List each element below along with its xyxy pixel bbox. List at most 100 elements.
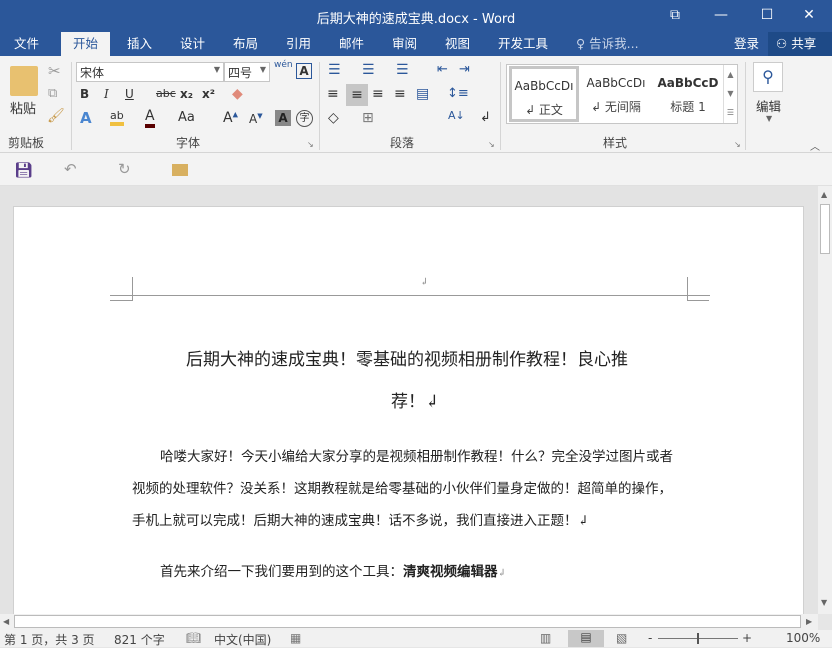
zoom-level[interactable]: 100% (786, 631, 820, 645)
open-folder-icon[interactable] (172, 164, 188, 176)
paste-icon[interactable] (10, 66, 38, 96)
shading-icon[interactable]: ◇ (328, 110, 339, 126)
change-case-button[interactable]: Aa (178, 110, 195, 125)
document-title-line1: 后期大神的速成宝典！零基础的视频相册制作教程！良心推 (186, 350, 628, 370)
close-button[interactable]: ✕ (786, 0, 832, 30)
superscript-button[interactable]: x² (202, 87, 215, 101)
line-spacing-icon[interactable]: ↕≡ (447, 86, 469, 101)
scroll-up-icon[interactable]: ▲ (821, 190, 827, 199)
show-marks-icon[interactable]: ↲ (480, 110, 491, 125)
tab-mailings[interactable]: 邮件 (339, 32, 364, 56)
styles-scroll[interactable]: ▲ ▼ ☰ (723, 65, 737, 123)
scroll-right-icon[interactable]: ▶ (806, 617, 812, 626)
share-button[interactable]: ⚇ 共享 (768, 32, 832, 56)
lightbulb-icon: ♀ (576, 36, 586, 51)
login-link[interactable]: 登录 (734, 32, 759, 56)
font-size-select[interactable]: 四号 ▼ (224, 62, 270, 82)
read-mode-icon[interactable]: ▥ (540, 631, 551, 645)
distributed-icon[interactable]: ▤ (416, 86, 429, 102)
document-area: ↲ 后期大神的速成宝典！零基础的视频相册制作教程！良心推 荐！↲ 哈喽大家好！今… (0, 186, 818, 614)
tab-review[interactable]: 审阅 (392, 32, 417, 56)
font-dialog-launcher-icon[interactable]: ↘ (307, 140, 314, 149)
tab-insert[interactable]: 插入 (127, 32, 152, 56)
align-center-icon[interactable]: ≡ (346, 84, 368, 106)
grow-font-icon[interactable]: A▲ (223, 110, 238, 126)
maximize-button[interactable]: ☐ (744, 0, 790, 30)
tab-home[interactable]: 开始 (61, 32, 111, 56)
cut-icon[interactable]: ✂ (48, 62, 61, 80)
character-shading-icon[interactable]: A (275, 110, 291, 126)
print-layout-icon[interactable]: ▤ (568, 630, 604, 647)
italic-button[interactable]: I (104, 87, 109, 101)
align-right-icon[interactable]: ≡ (372, 86, 384, 102)
bold-button[interactable]: B (80, 87, 89, 101)
tab-layout[interactable]: 布局 (233, 32, 258, 56)
page-count[interactable]: 第 1 页，共 3 页 (4, 631, 95, 648)
highlight-color-icon[interactable]: ab (110, 109, 124, 126)
person-icon: ⚇ (776, 36, 788, 51)
increase-indent-icon[interactable]: ⇥ (459, 62, 470, 77)
format-painter-icon[interactable]: 🖌 (47, 108, 65, 124)
zoom-slider-thumb[interactable] (697, 633, 699, 644)
phonetic-guide-icon[interactable]: wén (274, 60, 293, 70)
ribbon: 粘贴 ✂ ⧉ 🖌 剪贴板 宋体 ▼ 四号 ▼ wén A B I U abc x₂ … (0, 56, 832, 153)
shrink-font-icon[interactable]: A▼ (249, 112, 263, 126)
font-color-icon[interactable]: A (145, 108, 155, 128)
proofing-icon[interactable]: 📖︎ (186, 631, 201, 645)
undo-icon[interactable]: ↶ (64, 160, 77, 178)
macro-icon[interactable]: ▦ (290, 631, 301, 645)
bullets-icon[interactable]: ☰ (328, 62, 341, 78)
paragraph-group-label: 段落 (390, 136, 415, 150)
tab-file[interactable]: 文件 (14, 32, 39, 56)
borders-icon[interactable]: ⊞ (362, 110, 374, 126)
strikethrough-button[interactable]: abc (156, 87, 176, 100)
text-effects-icon[interactable]: A (80, 109, 92, 127)
minimize-button[interactable]: — (698, 0, 744, 30)
sort-icon[interactable]: A↓ (448, 109, 465, 122)
paste-button[interactable]: 粘贴 (10, 98, 36, 117)
vertical-scroll-thumb[interactable] (820, 204, 830, 254)
copy-icon[interactable]: ⧉ (48, 86, 57, 101)
paragraph-dialog-launcher-icon[interactable]: ↘ (488, 140, 495, 149)
underline-button[interactable]: U (125, 87, 134, 101)
subscript-button[interactable]: x₂ (180, 87, 193, 101)
language[interactable]: 中文(中国) (214, 631, 271, 648)
zoom-out-button[interactable]: - (648, 631, 652, 645)
align-left-icon[interactable]: ≡ (327, 86, 339, 102)
collapse-ribbon-icon[interactable]: ︿ (810, 138, 820, 153)
tab-references[interactable]: 引用 (286, 32, 311, 56)
numbering-icon[interactable]: ☰ (362, 62, 375, 78)
tab-design[interactable]: 设计 (180, 32, 205, 56)
styles-gallery: AaBbCcDı ↲ 正文 AaBbCcDı ↲ 无间隔 AaBbCcD 标题 1 ▲… (506, 64, 738, 124)
font-name-select[interactable]: 宋体 ▼ (76, 62, 224, 82)
horizontal-scrollbar[interactable]: ◀ ▶ (0, 614, 818, 630)
character-border-icon[interactable]: A (296, 63, 312, 79)
header-paragraph-mark: ↲ (420, 277, 429, 288)
tab-developer[interactable]: 开发工具 (498, 32, 548, 56)
ribbon-tabs: 文件 开始 插入 设计 布局 引用 邮件 审阅 视图 开发工具 ♀ 告诉我...… (0, 32, 832, 56)
redo-icon[interactable]: ↻ (118, 160, 131, 178)
style-normal[interactable]: AaBbCcDı ↲ 正文 (509, 66, 579, 122)
document-page[interactable]: ↲ 后期大神的速成宝典！零基础的视频相册制作教程！良心推 荐！↲ 哈喽大家好！今… (13, 206, 804, 614)
zoom-in-button[interactable]: + (742, 631, 752, 645)
enclose-characters-icon[interactable]: 字 (296, 110, 313, 127)
styles-dialog-launcher-icon[interactable]: ↘ (734, 140, 741, 149)
ribbon-display-button[interactable]: ⧉ (652, 0, 698, 30)
scroll-down-icon[interactable]: ▼ (821, 598, 827, 607)
justify-icon[interactable]: ≡ (394, 86, 406, 102)
scroll-left-icon[interactable]: ◀ (3, 617, 9, 626)
web-layout-icon[interactable]: ▧ (616, 631, 627, 645)
tab-view[interactable]: 视图 (445, 32, 470, 56)
style-heading-1[interactable]: AaBbCcD 标题 1 (653, 66, 723, 122)
multilevel-list-icon[interactable]: ☰ (396, 62, 409, 78)
find-icon[interactable]: ⚲ (753, 62, 783, 92)
vertical-scrollbar[interactable]: ▲ ▼ (818, 186, 832, 614)
tell-me-search[interactable]: ♀ 告诉我... (576, 32, 639, 56)
horizontal-scroll-thumb[interactable] (14, 615, 801, 628)
clear-formatting-icon[interactable]: ◆ (232, 86, 243, 102)
style-no-spacing[interactable]: AaBbCcDı ↲ 无间隔 (581, 66, 651, 122)
decrease-indent-icon[interactable]: ⇤ (437, 62, 448, 77)
editing-button[interactable]: 编辑 (756, 96, 781, 115)
save-icon[interactable]: 💾︎ (14, 161, 33, 179)
word-count[interactable]: 821 个字 (114, 631, 165, 648)
